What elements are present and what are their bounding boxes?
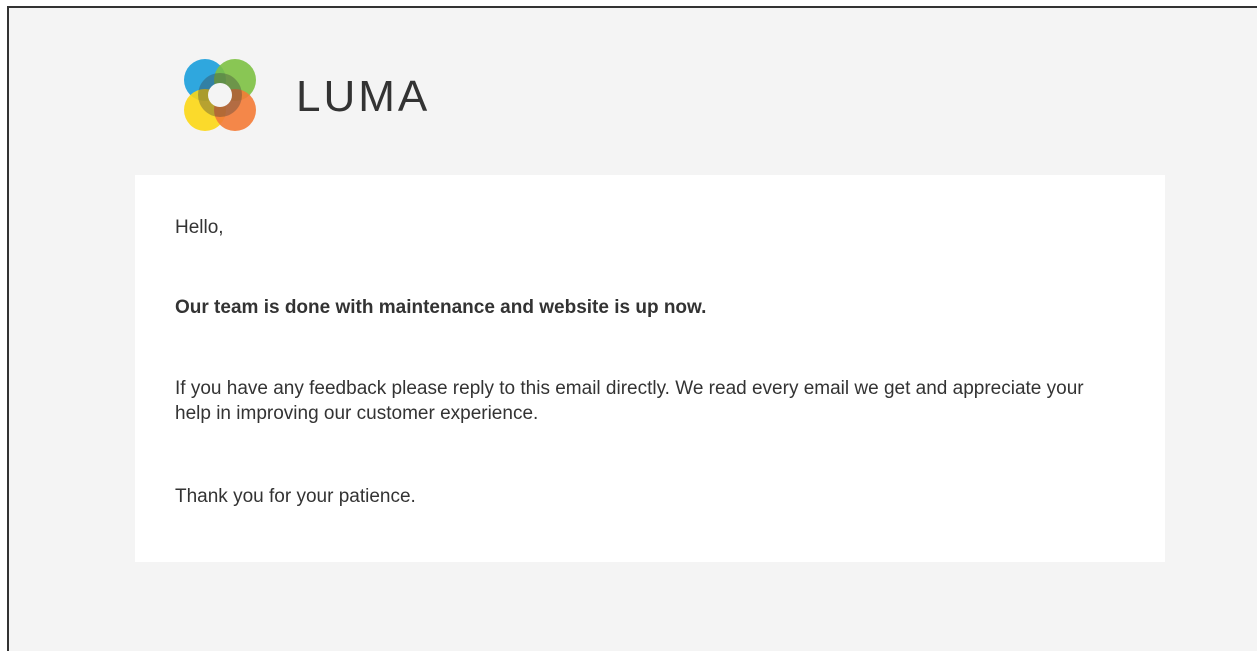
luma-logo: LUMA xyxy=(178,53,430,137)
closing-text: Thank you for your patience. xyxy=(175,486,416,507)
luma-logo-icon xyxy=(184,59,256,131)
greeting-text: Hello, xyxy=(175,217,224,238)
brand-name: LUMA xyxy=(296,72,431,121)
email-viewport: LUMA Hello, Our team is done with mainte… xyxy=(7,6,1257,651)
email-body-card: Hello, Our team is done with maintenance… xyxy=(135,175,1165,562)
headline-text: Our team is done with maintenance and we… xyxy=(175,297,707,318)
feedback-text: If you have any feedback please reply to… xyxy=(175,378,1084,424)
